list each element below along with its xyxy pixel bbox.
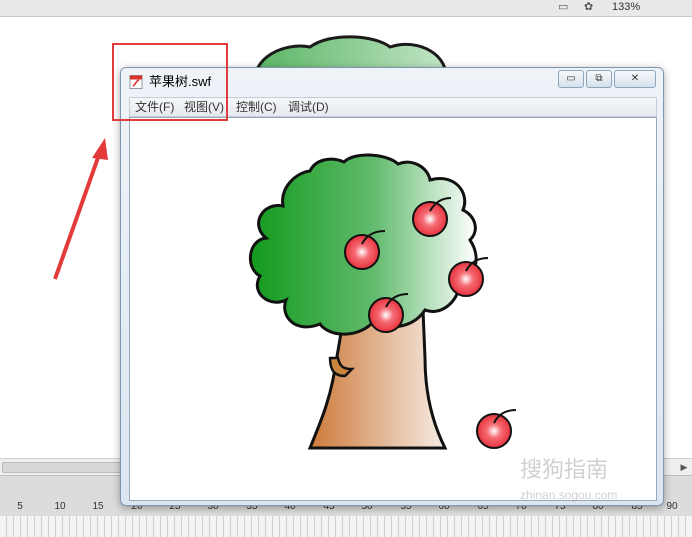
watermark-url: zhinan.sogou.com: [520, 488, 618, 502]
watermark-logo: 搜狗指南: [520, 457, 609, 482]
